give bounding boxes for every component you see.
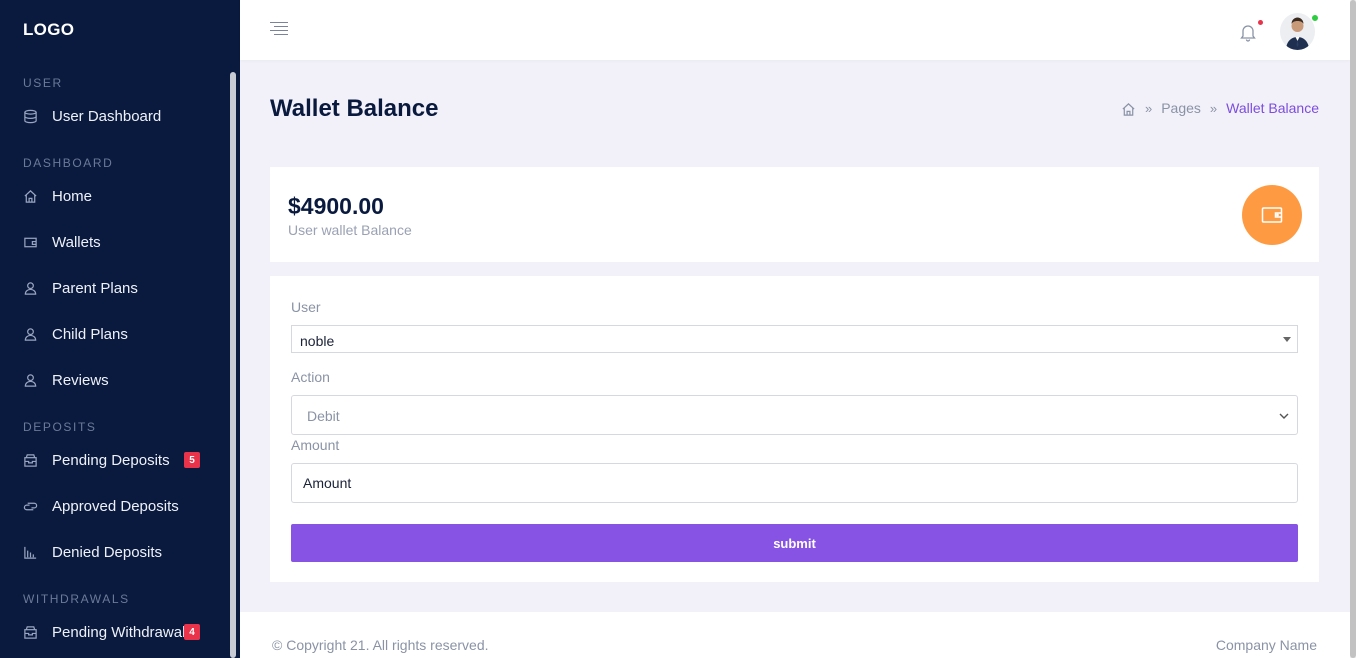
user-icon xyxy=(22,280,38,296)
chevron-right-icon: » xyxy=(1209,100,1218,116)
balance-label: User wallet Balance xyxy=(288,222,412,238)
inbox-icon xyxy=(22,452,38,468)
pending-deposits-badge: 5 xyxy=(184,452,200,468)
sidebar-item-label: Pending Deposits xyxy=(52,451,170,469)
sidebar-item-label: Approved Deposits xyxy=(52,497,179,515)
wallet-form-card: User noble Action Debit Amount submit xyxy=(270,276,1319,582)
sidebar-item-label: Denied Deposits xyxy=(52,543,163,561)
page-title: Wallet Balance xyxy=(270,95,439,122)
breadcrumb: » Pages » Wallet Balance xyxy=(1121,100,1319,117)
user-label: User xyxy=(291,299,321,315)
exchange-icon xyxy=(22,498,38,514)
action-select-value: Debit xyxy=(307,408,340,424)
amount-input[interactable] xyxy=(291,463,1298,503)
sidebar: LOGO USER User Dashboard DASHBOARD Home … xyxy=(0,0,240,658)
submit-button[interactable]: submit xyxy=(291,524,1298,562)
sidebar-item-label: Home xyxy=(52,187,93,205)
wallet-icon xyxy=(1242,185,1302,245)
section-label-withdrawals: WITHDRAWALS xyxy=(23,592,130,606)
chevron-down-icon xyxy=(1278,409,1290,421)
sidebar-item-home[interactable]: Home xyxy=(22,184,212,208)
sidebar-item-pending-withdrawals[interactable]: Pending Withdrawals 4 xyxy=(22,620,212,644)
action-select[interactable]: Debit xyxy=(291,395,1298,435)
sidebar-item-approved-deposits[interactable]: Approved Deposits xyxy=(22,494,212,518)
sidebar-scrollbar[interactable] xyxy=(230,72,236,658)
company-name: Company Name xyxy=(1215,637,1317,653)
sidebar-item-pending-deposits[interactable]: Pending Deposits 5 xyxy=(22,448,212,472)
sidebar-item-child-plans[interactable]: Child Plans xyxy=(22,322,212,346)
page-scrollbar[interactable] xyxy=(1350,0,1356,658)
breadcrumb-pages[interactable]: Pages xyxy=(1161,100,1201,116)
database-icon xyxy=(22,108,38,124)
user-icon xyxy=(22,326,38,342)
sidebar-item-label: Reviews xyxy=(52,371,109,389)
sidebar-item-label: Wallets xyxy=(52,233,101,251)
caret-down-icon xyxy=(1283,337,1291,342)
online-status-dot xyxy=(1311,14,1319,22)
avatar[interactable] xyxy=(1280,13,1315,50)
section-label-deposits: DEPOSITS xyxy=(23,420,97,434)
sidebar-item-parent-plans[interactable]: Parent Plans xyxy=(22,276,212,300)
menu-toggle-icon[interactable] xyxy=(270,22,288,38)
wallet-icon xyxy=(22,234,38,250)
amount-label: Amount xyxy=(291,437,340,453)
sidebar-item-label: User Dashboard xyxy=(52,107,162,125)
notification-dot xyxy=(1258,20,1263,25)
inbox-icon xyxy=(22,624,38,640)
sidebar-item-wallets[interactable]: Wallets xyxy=(22,230,212,254)
sidebar-item-label: Pending Withdrawals xyxy=(52,623,193,641)
sidebar-item-user-dashboard[interactable]: User Dashboard xyxy=(22,104,212,128)
section-label-user: USER xyxy=(23,76,63,90)
user-select-value: noble xyxy=(300,333,335,349)
topbar xyxy=(240,0,1350,60)
balance-amount: $4900.00 xyxy=(288,193,384,219)
action-label: Action xyxy=(291,369,330,385)
home-icon[interactable] xyxy=(1121,100,1136,117)
bar-chart-icon xyxy=(22,544,38,560)
logo: LOGO xyxy=(23,20,75,39)
footer: © Copyright 21. All rights reserved. Com… xyxy=(240,612,1350,658)
sidebar-item-label: Parent Plans xyxy=(52,279,138,297)
bell-icon[interactable] xyxy=(1239,22,1257,42)
sidebar-item-denied-deposits[interactable]: Denied Deposits xyxy=(22,540,212,564)
section-label-dashboard: DASHBOARD xyxy=(23,156,114,170)
home-icon xyxy=(22,188,38,204)
pending-withdrawals-badge: 4 xyxy=(184,624,200,640)
user-select[interactable]: noble xyxy=(291,325,1298,353)
copyright-text: © Copyright 21. All rights reserved. xyxy=(272,637,489,653)
page-scrollbar-thumb[interactable] xyxy=(1350,0,1356,658)
user-icon xyxy=(22,372,38,388)
chevron-right-icon: » xyxy=(1144,100,1153,116)
sidebar-item-reviews[interactable]: Reviews xyxy=(22,368,212,392)
sidebar-item-label: Child Plans xyxy=(52,325,128,343)
breadcrumb-current: Wallet Balance xyxy=(1226,100,1319,117)
balance-card: $4900.00 User wallet Balance xyxy=(270,167,1319,262)
